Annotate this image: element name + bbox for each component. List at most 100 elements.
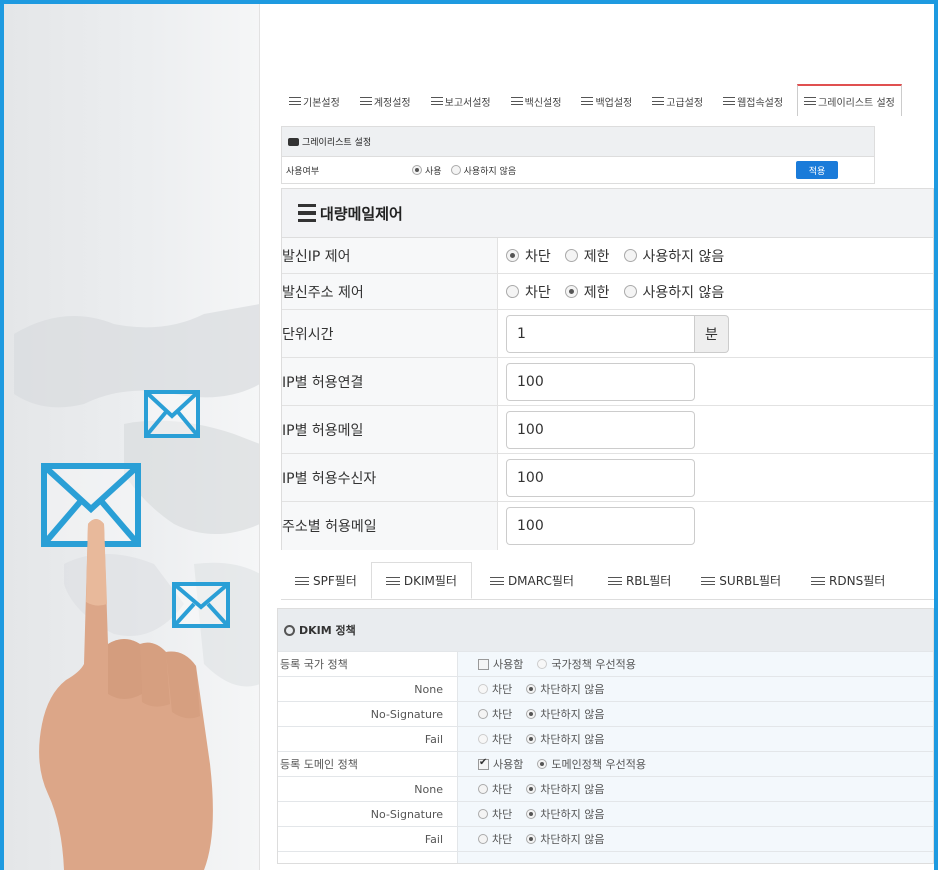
tab-greylist-settings[interactable]: 그레이리스트 설정 (797, 84, 902, 116)
address-allowed-mails-label: 주소별 허용메일 (282, 502, 498, 550)
domain-policy-checkbox[interactable]: 사용함 (478, 756, 523, 772)
tab-dkim-filter[interactable]: DKIM필터 (370, 562, 472, 599)
option-no-block[interactable]: 차단하지 않음 (526, 831, 604, 847)
tab-rbl-filter[interactable]: RBL필터 (588, 562, 685, 599)
menu-icon (289, 97, 301, 105)
tab-vaccine-settings[interactable]: 백신설정 (505, 86, 568, 116)
dkim-policy-section: DKIM 정책 등록 국가 정책 사용함 국가정책 우선적용 None 차단 차단… (277, 608, 934, 864)
option-limit[interactable]: 제한 (564, 282, 610, 302)
option-block[interactable]: 차단 (478, 806, 512, 822)
option-limit[interactable]: 제한 (564, 246, 610, 266)
tab-web-access-settings[interactable]: 웹접속설정 (717, 86, 789, 116)
menu-icon (359, 97, 372, 105)
tab-surbl-filter[interactable]: SURBL필터 (685, 562, 795, 599)
radio-icon (526, 834, 537, 844)
country-priority-radio[interactable]: 국가정책 우선적용 (537, 656, 636, 672)
unit-time-addon: 분 (695, 314, 729, 353)
filter-tabs: SPF필터 DKIM필터 DMARC필터 RBL필터 SURBL필터 RDNS필… (281, 562, 934, 600)
tab-label: 기본설정 (303, 97, 340, 109)
tab-dmarc-filter[interactable]: DMARC필터 (472, 562, 588, 599)
checkbox-label: 사용함 (493, 658, 524, 671)
menu-icon (607, 576, 622, 585)
ip-allowed-mails-input[interactable]: 100 (506, 410, 695, 449)
option-block[interactable]: 차단 (506, 246, 551, 266)
ip-allowed-recipients-input[interactable]: 100 (506, 458, 695, 497)
option-block[interactable]: 차단 (478, 731, 512, 747)
option-block[interactable]: 차단 (478, 681, 512, 697)
radio-label: 차단 (492, 808, 513, 821)
spacer-cell (278, 852, 458, 863)
domain-fail-row: Fail 차단 차단하지 않음 (278, 826, 933, 851)
option-not-use[interactable]: 사용하지 않음 (623, 282, 725, 302)
radio-label: 차단 (492, 733, 513, 746)
unit-time-input[interactable]: 1 (506, 314, 695, 353)
option-no-block[interactable]: 차단하지 않음 (526, 681, 604, 697)
radio-icon (506, 285, 519, 298)
tab-spf-filter[interactable]: SPF필터 (281, 562, 371, 599)
ip-allowed-connections-input[interactable]: 100 (506, 362, 695, 401)
radio-icon (564, 249, 578, 262)
radio-icon (526, 734, 537, 744)
domain-priority-radio[interactable]: 도메인정책 우선적용 (537, 756, 646, 772)
option-label: 제한 (583, 248, 610, 265)
country-policy-checkbox[interactable]: 사용함 (478, 656, 523, 672)
dkim-header: DKIM 정책 (278, 609, 933, 651)
option-block[interactable]: 차단 (478, 781, 512, 797)
option-block[interactable]: 차단 (478, 706, 512, 722)
menu-icon (510, 97, 523, 105)
radio-not-use[interactable] (450, 165, 461, 175)
option-block[interactable]: 차단 (506, 282, 551, 302)
sender-address-control-label: 발신주소 제어 (282, 274, 498, 309)
sender-ip-control-options: 차단 제한 사용하지 않음 (498, 238, 933, 273)
sender-ip-control-label: 발신IP 제어 (282, 238, 498, 273)
tab-advanced-settings[interactable]: 고급설정 (646, 86, 709, 116)
address-allowed-mails-input[interactable]: 100 (506, 507, 695, 545)
option-no-block[interactable]: 차단하지 않음 (526, 806, 604, 822)
gear-icon (284, 624, 295, 636)
domain-no-signature-row: No-Signature 차단 차단하지 않음 (278, 801, 933, 826)
ip-allowed-mails-label: IP별 허용메일 (282, 406, 498, 453)
country-no-signature-row: No-Signature 차단 차단하지 않음 (278, 701, 933, 726)
option-no-block[interactable]: 차단하지 않음 (526, 781, 604, 797)
radio-label: 차단 (492, 683, 513, 696)
option-block[interactable]: 차단 (478, 831, 512, 847)
option-label: 제한 (583, 284, 610, 301)
menu-icon (385, 576, 400, 585)
country-fail-row: Fail 차단 차단하지 않음 (278, 726, 933, 751)
address-allowed-mails-row: 주소별 허용메일 100 (282, 502, 933, 550)
menu-icon (489, 576, 504, 585)
tab-report-settings[interactable]: 보고서설정 (425, 86, 497, 116)
radio-label: 차단 (492, 708, 513, 721)
dkim-title: DKIM 정책 (299, 624, 356, 637)
server-icon (298, 204, 316, 222)
option-label: 차단 (525, 284, 551, 301)
menu-icon (652, 97, 665, 105)
option-no-block[interactable]: 차단하지 않음 (526, 706, 604, 722)
menu-icon (581, 97, 594, 105)
radio-icon (623, 249, 637, 262)
tab-label: RBL필터 (625, 574, 672, 588)
tab-label: 웹접속설정 (737, 97, 784, 109)
greylist-title: 그레이리스트 설정 (302, 138, 372, 148)
domain-none-label: None (278, 777, 458, 801)
settings-tabs: 기본설정 계정설정 보고서설정 백신설정 백업설정 고급설정 웹접속설정 그레이… (283, 84, 910, 116)
option-no-block[interactable]: 차단하지 않음 (526, 731, 604, 747)
tab-backup-settings[interactable]: 백업설정 (575, 86, 638, 116)
radio-label: 차단하지 않음 (540, 808, 605, 821)
radio-label: 도메인정책 우선적용 (551, 758, 646, 771)
menu-icon (804, 97, 817, 105)
radio-use[interactable] (412, 165, 422, 175)
tab-label: 백업설정 (595, 97, 633, 109)
tab-label: DMARC필터 (507, 574, 574, 588)
unit-time-field: 1 분 (498, 310, 933, 357)
sender-address-control-options: 차단 제한 사용하지 않음 (498, 274, 933, 309)
apply-button[interactable]: 적용 (796, 161, 838, 179)
tab-account-settings[interactable]: 계정설정 (354, 86, 417, 116)
option-not-use[interactable]: 사용하지 않음 (623, 246, 724, 266)
option-label: 차단 (525, 248, 551, 265)
tab-basic-settings[interactable]: 기본설정 (283, 86, 346, 116)
option-label: 사용하지 않음 (642, 284, 725, 301)
tab-label: SPF필터 (313, 574, 357, 588)
tab-rdns-filter[interactable]: RDNS필터 (795, 562, 899, 599)
checkbox-icon (478, 658, 489, 670)
